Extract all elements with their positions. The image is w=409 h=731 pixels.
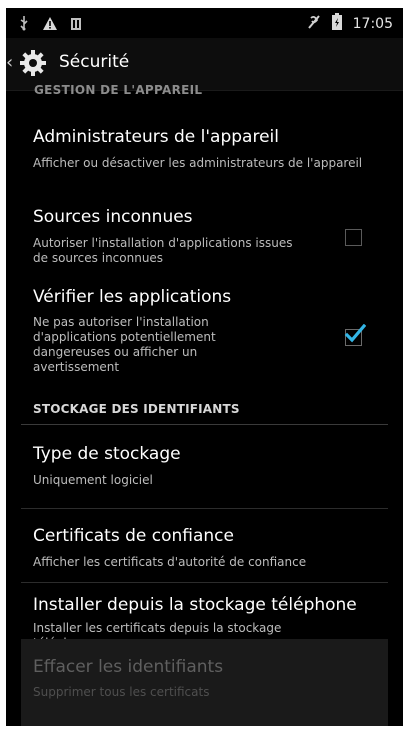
notification-icon (70, 16, 82, 35)
pref-verify-apps[interactable]: Vérifier les applications Ne pas autoris… (6, 279, 403, 399)
status-bar-left-icons (18, 15, 82, 35)
pref-summary: Autoriser l'installation d'applications … (33, 236, 293, 265)
pref-unknown-sources[interactable]: Sources inconnues Autoriser l'installati… (6, 195, 403, 279)
section-header-credential-storage: STOCKAGE DES IDENTIFIANTS (33, 402, 240, 416)
pref-title: Installer depuis la stockage téléphone (33, 595, 357, 615)
battery-icon (331, 13, 343, 35)
pref-clear-credentials: Effacer les identifiants Supprimer tous … (21, 639, 388, 726)
usb-icon (18, 15, 30, 35)
status-bar-right-icons: 17:05 (307, 13, 393, 35)
pref-title: Effacer les identifiants (33, 657, 224, 677)
pref-storage-type[interactable]: Type de stockage Uniquement logiciel (6, 425, 403, 509)
pref-title: Sources inconnues (33, 207, 193, 227)
pref-trusted-certificates[interactable]: Certificats de confiance Afficher les ce… (6, 509, 403, 583)
pref-title: Administrateurs de l'appareil (33, 127, 279, 147)
pref-summary: Afficher les certificats d'autorité de c… (33, 555, 307, 569)
pref-title: Type de stockage (33, 444, 181, 464)
pref-device-administrators[interactable]: Administrateurs de l'appareil Afficher o… (6, 111, 403, 195)
back-chevron-icon[interactable]: ‹ (6, 52, 13, 73)
page-title: Sécurité (59, 52, 130, 72)
settings-gear-icon[interactable] (19, 49, 47, 77)
pref-summary: Afficher ou désactiver les administrateu… (33, 156, 363, 170)
checkmark-icon (344, 324, 366, 343)
signal-off-icon (307, 14, 321, 34)
pref-install-from-storage[interactable]: Installer depuis la stockage téléphone I… (6, 583, 403, 650)
status-bar: 17:05 (6, 8, 403, 38)
pref-title: Certificats de confiance (33, 526, 234, 546)
unknown-sources-checkbox[interactable] (345, 229, 362, 246)
phone-screen: 17:05 ‹ Sécurité GESTION DE L'APPAREIL A… (6, 8, 403, 726)
status-time: 17:05 (352, 16, 393, 32)
pref-summary: Ne pas autoriser l'installation d'applic… (33, 315, 216, 374)
pref-title: Vérifier les applications (33, 287, 232, 307)
pref-summary: Uniquement logiciel (33, 473, 153, 487)
verify-apps-checkbox[interactable] (344, 324, 366, 346)
pref-summary: Supprimer tous les certificats (33, 685, 210, 699)
settings-list: GESTION DE L'APPAREIL Administrateurs de… (6, 83, 403, 726)
partial-section-header: GESTION DE L'APPAREIL (34, 83, 203, 97)
warning-icon (42, 16, 58, 35)
